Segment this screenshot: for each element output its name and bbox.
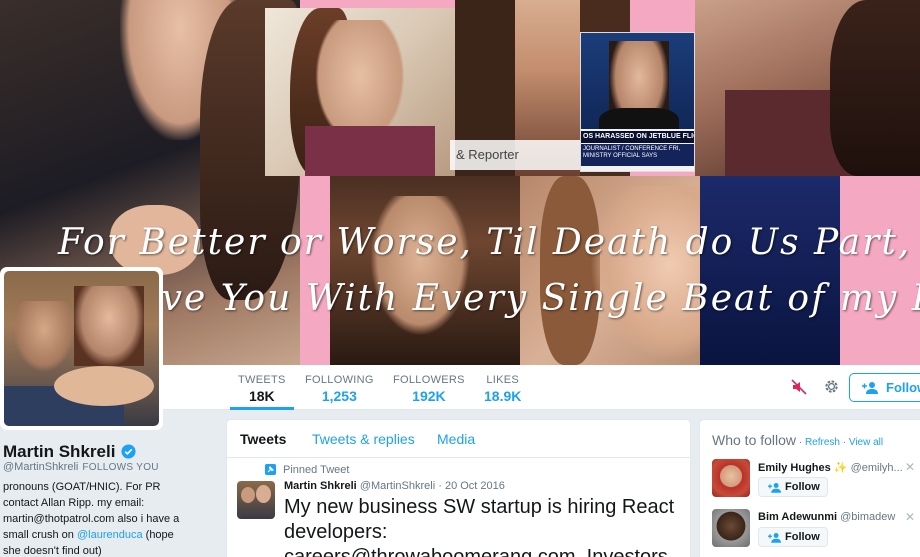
stat-label: FOLLOWING: [305, 374, 374, 386]
tweet-avatar[interactable]: [237, 481, 275, 519]
separator: ·: [796, 437, 805, 448]
dismiss-icon[interactable]: ✕: [905, 510, 915, 524]
suggestion-name[interactable]: Emily Hughes: [758, 462, 831, 474]
verified-badge-icon: [121, 444, 136, 459]
banner-news-photo: OS HARASSED ON JETBLUE FLIGHT JOURNALIST…: [580, 32, 695, 172]
stat-value: 192K: [412, 388, 446, 404]
add-person-icon: [862, 382, 878, 394]
suggestion-name-row: Emily Hughes ✨ @emilyh...: [758, 461, 903, 474]
profile-page: & Reporter OS HARASSED ON JETBLUE FLIGHT…: [0, 0, 920, 557]
profile-avatar[interactable]: [0, 267, 163, 430]
suggestion-handle[interactable]: @bimadew: [840, 511, 895, 523]
suggestion-handle[interactable]: @emilyh...: [851, 462, 903, 474]
tweet-date[interactable]: · 20 Oct 2016: [438, 480, 505, 492]
view-all-link[interactable]: View all: [849, 437, 883, 448]
stat-value: 1,253: [321, 388, 357, 404]
stat-likes[interactable]: LIKES 18.9K: [484, 374, 521, 404]
stat-following[interactable]: FOLLOWING 1,253: [305, 374, 374, 404]
sparkle-icon: ✨: [833, 462, 848, 474]
profile-name[interactable]: Martin Shkreli: [3, 442, 115, 462]
banner-photo-8: [700, 176, 840, 365]
follow-label: Follow: [785, 481, 820, 493]
tweet-author-handle[interactable]: @MartinShkreli: [360, 480, 435, 492]
tweet-text: My new business SW startup is hiring Rea…: [284, 496, 675, 557]
pin-icon: [265, 464, 276, 475]
stat-value: 18K: [248, 388, 275, 404]
tab-tweets-replies[interactable]: Tweets & replies: [312, 431, 415, 447]
stat-tweets[interactable]: TWEETS 18K: [230, 374, 294, 410]
suggestion-name[interactable]: Bim Adewunmi: [758, 511, 837, 523]
suggestion-item: Bim Adewunmi @bimadew Follow ✕: [712, 509, 920, 553]
who-to-follow-panel: Who to follow · Refresh · View all Emily…: [699, 419, 920, 557]
timeline-tabs: Tweets Tweets & replies Media: [227, 420, 690, 458]
stat-label: TWEETS: [238, 374, 286, 386]
tab-media[interactable]: Media: [437, 431, 475, 447]
tab-tweets[interactable]: Tweets: [240, 431, 286, 447]
who-to-follow-header: Who to follow · Refresh · View all: [712, 432, 883, 448]
add-person-icon: [768, 533, 781, 543]
tweet-header: Martin Shkreli @MartinShkreli · 20 Oct 2…: [284, 480, 505, 492]
banner-photo-6: [330, 176, 520, 365]
follows-you-badge: FOLLOWS YOU: [82, 462, 159, 473]
banner-overlay-line-1: For Better or Worse, Til Death do Us Par…: [58, 222, 912, 263]
suggestion-follow-button[interactable]: Follow: [758, 527, 828, 547]
stat-value: 18.9K: [484, 388, 522, 404]
stat-label: LIKES: [486, 374, 520, 386]
reporter-caption: & Reporter: [450, 140, 580, 170]
stat-label: FOLLOWERS: [393, 374, 465, 386]
mute-icon[interactable]: [791, 379, 807, 395]
profile-bio: pronouns (GOAT/HNIC). For PR contact All…: [3, 479, 193, 557]
pinned-tweet-label: Pinned Tweet: [283, 464, 350, 476]
news-subtitle: JOURNALIST / CONFERENCE FRI, MINISTRY OF…: [581, 144, 694, 166]
suggestion-name-row: Bim Adewunmi @bimadew: [758, 511, 895, 523]
bio-mention-link[interactable]: @laurenduca: [77, 529, 143, 541]
dismiss-icon[interactable]: ✕: [905, 460, 915, 474]
stat-followers[interactable]: FOLLOWERS 192K: [393, 374, 465, 404]
follow-button-label: Follow: [886, 380, 920, 395]
banner-photo-2: [265, 8, 455, 176]
timeline: Tweets Tweets & replies Media Pinned Twe…: [226, 419, 691, 557]
profile-handle[interactable]: @MartinShkreli: [3, 461, 78, 473]
follow-label: Follow: [785, 531, 820, 543]
separator: ·: [839, 437, 849, 448]
news-chyron: OS HARASSED ON JETBLUE FLIGHT: [581, 131, 694, 143]
gear-icon[interactable]: [823, 378, 840, 395]
banner-photo-5: [695, 0, 920, 176]
add-person-icon: [768, 483, 781, 493]
refresh-link[interactable]: Refresh: [805, 437, 840, 448]
follow-button[interactable]: Follow: [849, 373, 920, 402]
banner-overlay-line-2: ove You With Every Single Beat of my Hea…: [138, 278, 920, 319]
suggestion-item: Emily Hughes ✨ @emilyh... Follow ✕: [712, 459, 920, 503]
tweet-author-name[interactable]: Martin Shkreli: [284, 480, 357, 492]
suggestion-avatar[interactable]: [712, 509, 750, 547]
suggestion-follow-button[interactable]: Follow: [758, 477, 828, 497]
who-to-follow-title: Who to follow: [712, 432, 797, 448]
profile-handle-row: @MartinShkreli FOLLOWS YOU: [3, 461, 159, 473]
suggestion-avatar[interactable]: [712, 459, 750, 497]
